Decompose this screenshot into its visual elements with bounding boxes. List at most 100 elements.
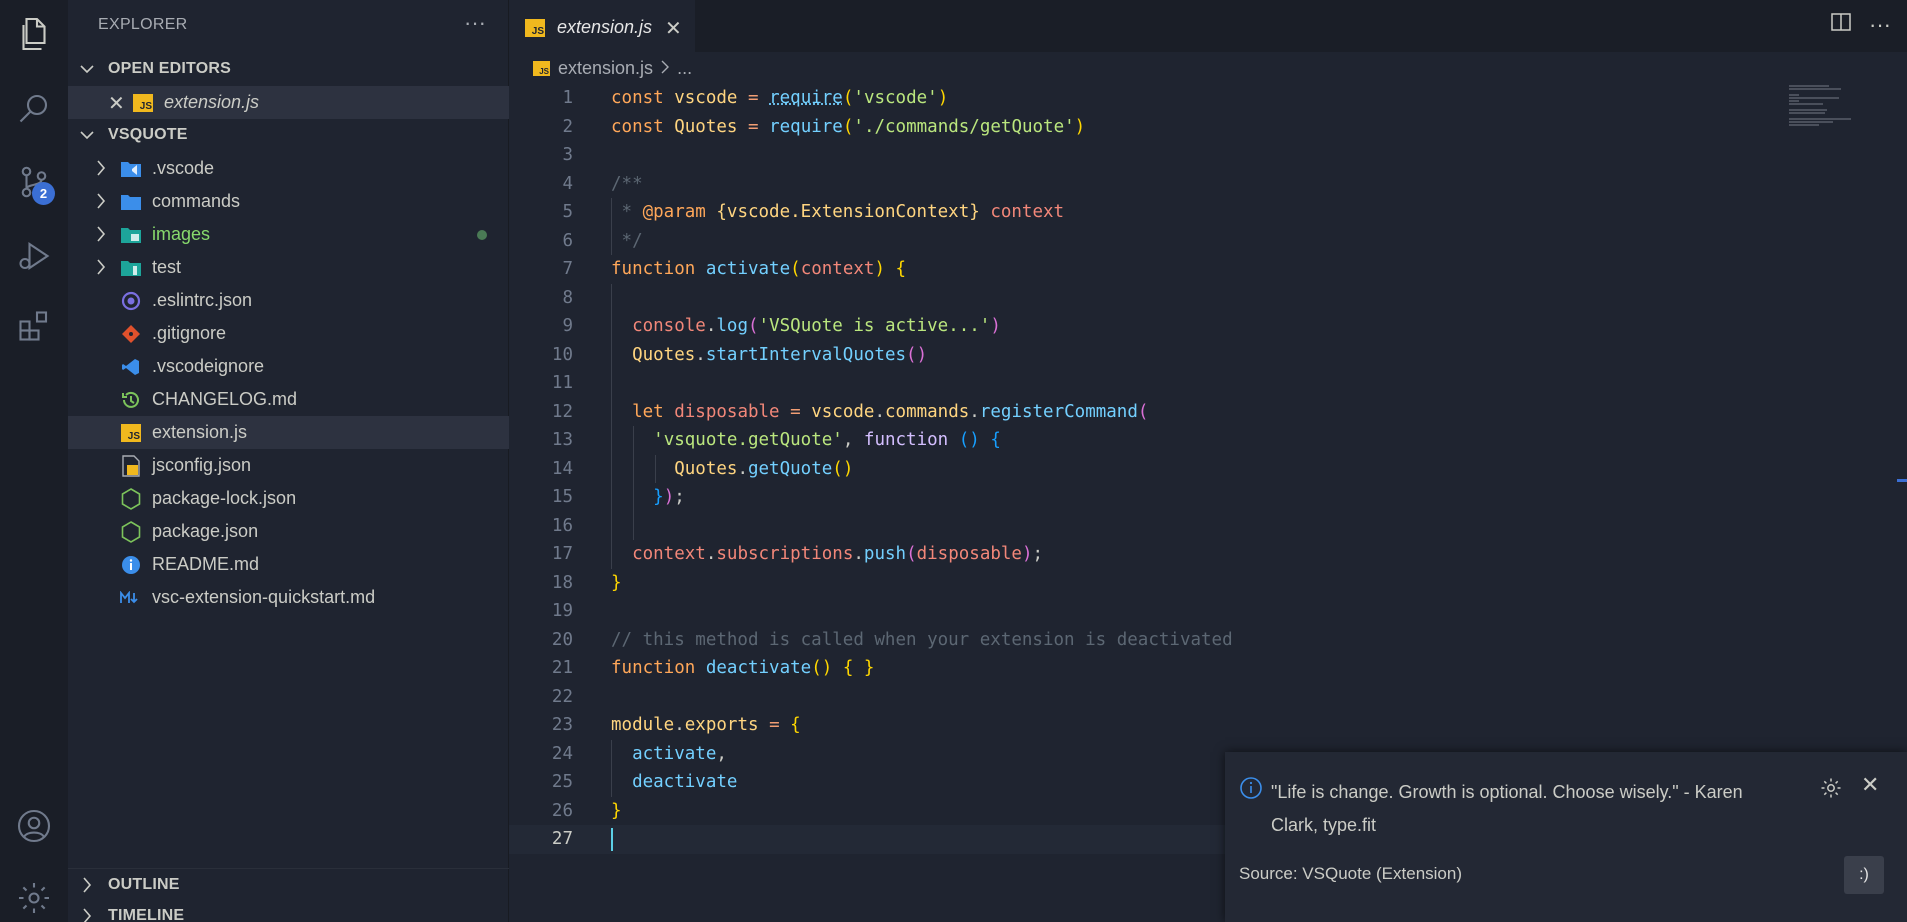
code-line: 19 xyxy=(509,597,1907,626)
tree-label: CHANGELOG.md xyxy=(152,389,297,410)
code-line: 3 xyxy=(509,141,1907,170)
more-actions-icon[interactable]: ··· xyxy=(1869,15,1891,35)
more-actions-icon[interactable]: ··· xyxy=(464,10,486,36)
tab-label: extension.js xyxy=(557,17,652,38)
chevron-right-icon xyxy=(96,193,106,214)
tree-file[interactable]: vsc-extension-quickstart.md xyxy=(68,581,509,614)
tree-folder[interactable]: test xyxy=(68,251,509,284)
tree-file[interactable]: jsconfig.json xyxy=(68,449,509,482)
nodejs-icon xyxy=(120,488,142,510)
info-icon xyxy=(120,554,142,576)
scm-badge: 2 xyxy=(32,182,55,205)
vscode-folder-icon xyxy=(120,158,142,180)
project-header[interactable]: VSQUOTE xyxy=(68,119,509,151)
tree-folder[interactable]: images xyxy=(68,218,509,251)
breadcrumb-file[interactable]: extension.js xyxy=(558,58,653,79)
jsconfig-icon xyxy=(120,455,142,477)
minimap[interactable] xyxy=(1789,84,1869,144)
tree-file[interactable]: CHANGELOG.md xyxy=(68,383,509,416)
tree-file[interactable]: JS extension.js xyxy=(68,416,509,449)
code-line: 13 'vsquote.getQuote', function () { xyxy=(509,426,1907,455)
sidebar-title: EXPLORER xyxy=(98,16,188,34)
code-line: 20// this method is called when your ext… xyxy=(509,626,1907,655)
line-number: 23 xyxy=(509,711,573,740)
tree-file[interactable]: .gitignore xyxy=(68,317,509,350)
tree-folder[interactable]: commands xyxy=(68,185,509,218)
account-icon[interactable] xyxy=(0,796,68,856)
tab-extension-js[interactable]: JS extension.js ✕ xyxy=(509,0,695,52)
files-icon[interactable] xyxy=(0,4,68,64)
code-line: 9 console.log('VSQuote is active...') xyxy=(509,312,1907,341)
text-cursor xyxy=(611,828,613,851)
line-number: 16 xyxy=(509,512,573,541)
chevron-right-icon xyxy=(96,259,106,280)
test-folder-icon xyxy=(120,257,142,279)
modified-dot xyxy=(477,230,487,240)
markdown-icon xyxy=(120,587,142,609)
explorer-sidebar: EXPLORER ··· OPEN EDITORS ✕ JS extension… xyxy=(68,0,509,922)
close-icon[interactable]: ✕ xyxy=(665,16,682,41)
line-number: 15 xyxy=(509,483,573,512)
info-icon xyxy=(1239,776,1263,805)
line-number: 18 xyxy=(509,569,573,598)
tree-label: images xyxy=(152,224,210,245)
tree-file[interactable]: package-lock.json xyxy=(68,482,509,515)
line-number: 25 xyxy=(509,768,573,797)
notification-toast: "Life is change. Growth is optional. Cho… xyxy=(1225,752,1907,922)
open-editor-label: extension.js xyxy=(164,92,259,113)
settings-gear-icon[interactable] xyxy=(0,868,68,922)
folder-icon xyxy=(120,191,142,213)
line-number: 20 xyxy=(509,626,573,655)
tree-file[interactable]: .eslintrc.json xyxy=(68,284,509,317)
open-editors-label: OPEN EDITORS xyxy=(108,60,231,78)
tree-file[interactable]: package.json xyxy=(68,515,509,548)
line-number: 5 xyxy=(509,198,573,227)
breadcrumb-more[interactable]: ... xyxy=(677,58,692,79)
split-editor-icon[interactable] xyxy=(1831,12,1851,37)
outline-label: OUTLINE xyxy=(108,876,180,894)
nodejs-icon xyxy=(120,521,142,543)
code-line: 6 */ xyxy=(509,227,1907,256)
code-editor[interactable]: 1 const vscode = require('vscode') 2 const… xyxy=(509,84,1907,854)
tree-label: vsc-extension-quickstart.md xyxy=(152,587,375,608)
js-file-icon: JS xyxy=(132,92,154,114)
line-number: 26 xyxy=(509,797,573,826)
breadcrumb: JS extension.js ... xyxy=(533,58,692,79)
close-icon[interactable]: ✕ xyxy=(1861,772,1879,798)
timeline-header[interactable]: TIMELINE xyxy=(68,900,509,922)
notification-source: Source: VSQuote (Extension) xyxy=(1239,864,1462,884)
editor-actions: ··· xyxy=(1831,12,1891,37)
close-icon[interactable]: ✕ xyxy=(108,91,125,116)
code-line: 17 context.subscriptions.push(disposable… xyxy=(509,540,1907,569)
line-number: 4 xyxy=(509,170,573,199)
extensions-icon[interactable] xyxy=(0,296,68,356)
tree-folder[interactable]: .vscode xyxy=(68,152,509,185)
tree-file[interactable]: README.md xyxy=(68,548,509,581)
chevron-down-icon xyxy=(68,64,98,74)
code-line: 11 xyxy=(509,369,1907,398)
line-number: 24 xyxy=(509,740,573,769)
run-debug-icon[interactable] xyxy=(0,226,68,286)
chevron-right-icon xyxy=(661,58,669,79)
notification-message: "Life is change. Growth is optional. Cho… xyxy=(1271,776,1791,842)
tree-file[interactable]: .vscodeignore xyxy=(68,350,509,383)
tab-bar: JS extension.js ✕ ··· xyxy=(509,0,1907,52)
tree-label: .eslintrc.json xyxy=(152,290,252,311)
scrollbar-marker[interactable] xyxy=(1897,479,1907,482)
gear-icon[interactable] xyxy=(1819,776,1843,805)
line-number: 17 xyxy=(509,540,573,569)
js-file-icon: JS xyxy=(533,61,550,76)
code-line: 8 xyxy=(509,284,1907,313)
line-number: 27 xyxy=(509,825,573,854)
code-line: 16 xyxy=(509,512,1907,541)
source-control-icon[interactable]: 2 xyxy=(0,152,68,212)
open-editor-item[interactable]: ✕ JS extension.js xyxy=(68,86,509,119)
chevron-down-icon xyxy=(68,130,98,140)
open-editors-header[interactable]: OPEN EDITORS xyxy=(68,53,509,85)
code-line: 10 Quotes.startIntervalQuotes() xyxy=(509,341,1907,370)
tree-label: jsconfig.json xyxy=(152,455,251,476)
git-icon xyxy=(120,323,142,345)
search-icon[interactable] xyxy=(0,78,68,138)
notification-action-button[interactable]: :) xyxy=(1844,856,1884,894)
outline-header[interactable]: OUTLINE xyxy=(68,868,509,900)
